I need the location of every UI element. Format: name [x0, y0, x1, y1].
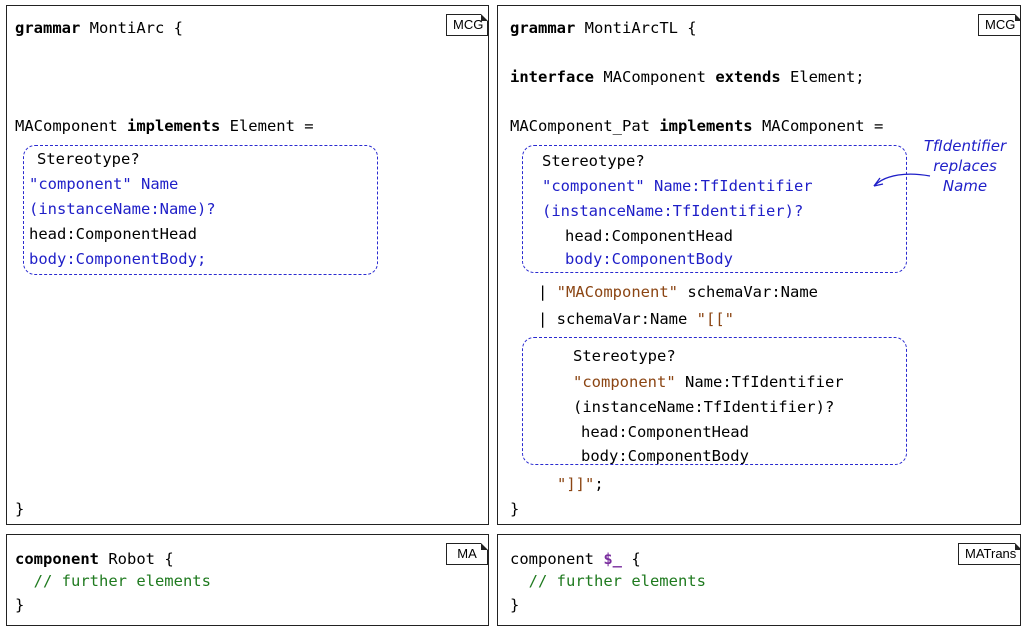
alternative-schemavar: | schemaVar:Name "[[" — [538, 310, 734, 328]
box-line-instancename: (instanceName:Name)? — [29, 200, 216, 218]
box2-line-instancename: (instanceName:TfIdentifier)? — [573, 398, 835, 416]
closing-brackets: "]]"; — [557, 475, 604, 493]
panel-montiarctl-grammar: MCG grammar MontiArcTL { interface MACom… — [497, 5, 1021, 525]
note-arrow — [873, 173, 931, 187]
box1-line-body: body:ComponentBody — [565, 250, 733, 268]
interface-declaration: interface MAComponent extends Element; — [510, 68, 865, 86]
panel-ma-model: MA component Robot { // further elements… — [6, 534, 489, 626]
box2-line-component: "component" Name:TfIdentifier — [573, 373, 844, 391]
rule-header: MAComponent implements Element = — [15, 117, 314, 135]
mcg-badge: MCG — [978, 14, 1020, 36]
grammar-header: grammar MontiArc { — [15, 18, 183, 38]
box-line-component: "component" Name — [29, 175, 179, 193]
box1-line-stereotype: Stereotype? — [542, 152, 645, 170]
closing-brace: } — [510, 500, 520, 518]
component-header: component $_ { — [510, 550, 641, 568]
box2-line-head: head:ComponentHead — [581, 423, 749, 441]
comment-line: // further elements — [15, 572, 211, 590]
component-header: component Robot { — [15, 550, 174, 568]
alternative-macomponent: | "MAComponent" schemaVar:Name — [538, 283, 818, 301]
box-line-head: head:ComponentHead — [29, 225, 197, 243]
panel-matrans-model: MATrans component $_ { // further elemen… — [497, 534, 1021, 626]
box-line-body: body:ComponentBody; — [29, 250, 207, 268]
closing-brace: } — [15, 500, 25, 518]
ma-badge: MA — [446, 543, 488, 565]
mcg-badge: MCG — [446, 14, 488, 36]
grammar-header: grammar MontiArcTL { — [510, 19, 697, 37]
box2-line-body: body:ComponentBody — [581, 447, 749, 465]
box2-line-stereotype: Stereotype? — [573, 347, 676, 365]
box-line-stereotype: Stereotype? — [37, 150, 140, 168]
panel-montiarc-grammar: MCG grammar MontiArc { MAComponent imple… — [6, 5, 489, 525]
box1-line-component: "component" Name:TfIdentifier — [542, 177, 813, 195]
box1-line-head: head:ComponentHead — [565, 227, 733, 245]
grammar-keyword: grammar — [15, 19, 81, 37]
box1-line-instancename: (instanceName:TfIdentifier)? — [542, 202, 804, 220]
closing-brace: } — [510, 596, 520, 614]
matrans-badge: MATrans — [958, 543, 1020, 565]
grammar-name: MontiArc { — [80, 19, 183, 37]
closing-brace: } — [15, 596, 25, 614]
rule-header: MAComponent_Pat implements MAComponent = — [510, 117, 884, 135]
comment-line: // further elements — [510, 572, 706, 590]
